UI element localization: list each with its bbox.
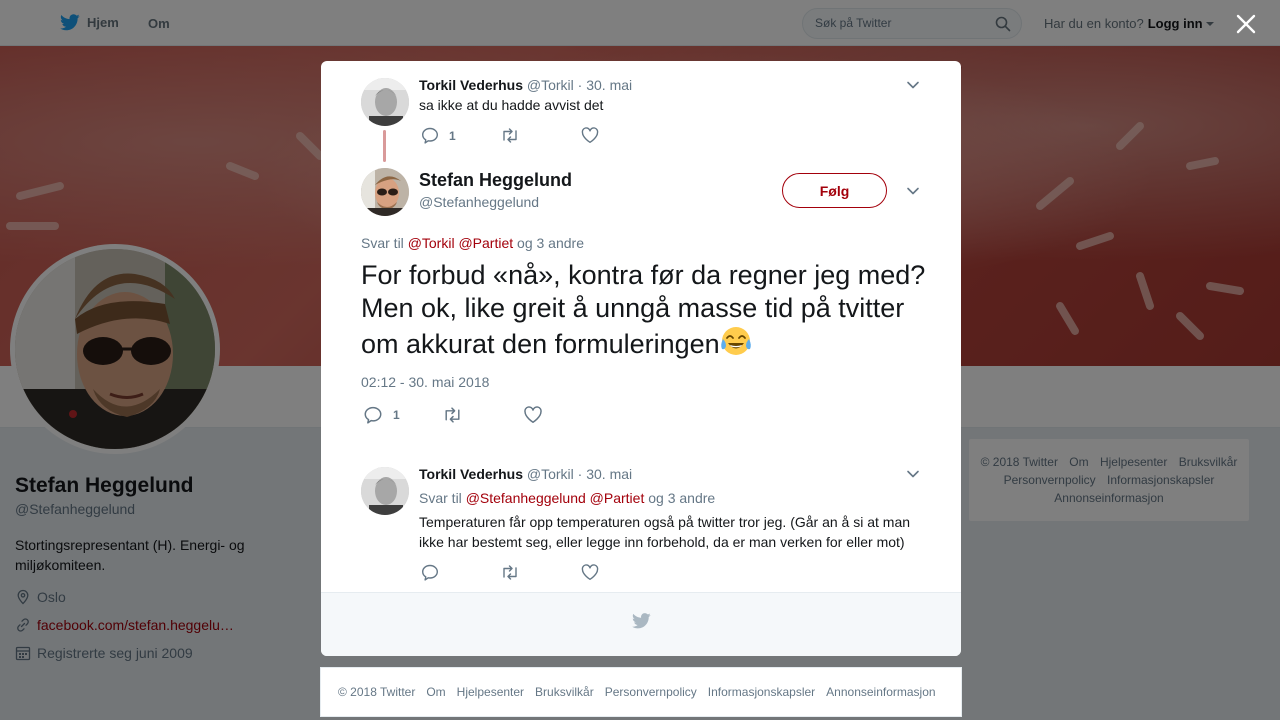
- modal-footer: [321, 592, 961, 656]
- parent-tweet-author-handle[interactable]: @Torkil: [527, 77, 574, 93]
- parent-reply-button[interactable]: 1: [421, 127, 456, 144]
- main-like-button[interactable]: [523, 406, 553, 424]
- main-tweet-author-handle[interactable]: @Stefanheggelund: [419, 194, 539, 210]
- main-tweet-text-container: For forbud «nå», kontra før da regner je…: [361, 259, 926, 361]
- close-icon[interactable]: [1233, 11, 1259, 37]
- chevron-down-icon[interactable]: [906, 184, 920, 198]
- reply-reply-button[interactable]: [421, 564, 449, 581]
- main-tweet-avatar[interactable]: [361, 168, 409, 216]
- main-tweet-reply-context: Svar til @Torkil @Partiet og 3 andre: [361, 235, 584, 251]
- mention-link[interactable]: @Partiet: [458, 235, 513, 251]
- main-tweet-text: For forbud «nå», kontra før da regner je…: [361, 260, 926, 359]
- footer-link-ads[interactable]: Annonseinformasjon: [826, 685, 935, 699]
- thread-connector: [383, 130, 386, 162]
- avatar-photo: [361, 467, 409, 515]
- reply-icon: [422, 127, 438, 144]
- parent-tweet-date[interactable]: · 30. mai: [578, 77, 632, 93]
- reply-tweet-author-handle[interactable]: @Torkil: [527, 466, 574, 482]
- main-retweet-button[interactable]: [442, 406, 473, 424]
- parent-reply-count: 1: [449, 128, 456, 143]
- reply-retweet-button[interactable]: [500, 564, 530, 581]
- reply-icon: [364, 406, 382, 424]
- footer-link-privacy[interactable]: Personvernpolicy: [605, 685, 697, 699]
- main-tweet-timestamp[interactable]: 02:12 - 30. mai 2018: [361, 374, 489, 390]
- retweet-icon: [503, 565, 517, 580]
- avatar-photo: [361, 168, 409, 216]
- mention-link[interactable]: @Stefanheggelund: [466, 490, 586, 506]
- parent-tweet-avatar[interactable]: [361, 78, 409, 126]
- main-reply-count: 1: [393, 408, 400, 422]
- footer-link-cookies[interactable]: Informasjonskapsler: [708, 685, 815, 699]
- parent-like-button[interactable]: [581, 127, 609, 144]
- mention-link[interactable]: @Partiet: [590, 490, 645, 506]
- main-tweet-author-name[interactable]: Stefan Heggelund: [419, 170, 572, 191]
- reply-tweet-author-name[interactable]: Torkil Vederhus: [419, 466, 523, 482]
- reply-suffix[interactable]: og 3 andre: [648, 490, 715, 506]
- chevron-down-icon[interactable]: [906, 467, 920, 481]
- reply-prefix: Svar til: [419, 490, 462, 506]
- footer-link-help[interactable]: Hjelpesenter: [457, 685, 524, 699]
- parent-retweet-button[interactable]: [500, 127, 530, 144]
- reply-icon: [422, 564, 438, 581]
- twitter-bird-icon: [632, 613, 651, 629]
- avatar-photo: [361, 78, 409, 126]
- reply-suffix[interactable]: og 3 andre: [517, 235, 584, 251]
- like-icon: [581, 127, 599, 143]
- reply-tweet-avatar[interactable]: [361, 467, 409, 515]
- parent-tweet-text: sa ikke at du hadde avvist det: [419, 97, 604, 113]
- footer-copyright: © 2018 Twitter: [338, 685, 416, 699]
- follow-button[interactable]: Følg: [782, 173, 887, 208]
- reply-tweet-header: Torkil Vederhus @Torkil · 30. mai: [419, 466, 632, 482]
- footer-link-terms[interactable]: Bruksvilkår: [535, 685, 594, 699]
- laughing-tears-emoji-icon: [720, 327, 751, 355]
- mention-link[interactable]: @Torkil: [408, 235, 455, 251]
- tweet-modal: Torkil Vederhus @Torkil · 30. mai sa ikk…: [321, 61, 961, 656]
- reply-tweet-date[interactable]: · 30. mai: [578, 466, 632, 482]
- bottom-footer: © 2018 Twitter Om Hjelpesenter Bruksvilk…: [320, 667, 962, 717]
- retweet-icon: [503, 128, 517, 143]
- parent-tweet-header: Torkil Vederhus @Torkil · 30. mai: [419, 77, 632, 93]
- chevron-down-icon[interactable]: [906, 78, 920, 92]
- reply-tweet-text: Temperaturen får opp temperaturen også p…: [419, 514, 911, 550]
- reply-like-button[interactable]: [581, 564, 609, 581]
- reply-tweet-reply-context: Svar til @Stefanheggelund @Partiet og 3 …: [419, 490, 715, 506]
- parent-tweet-author-name[interactable]: Torkil Vederhus: [419, 77, 523, 93]
- retweet-icon: [445, 407, 460, 423]
- reply-prefix: Svar til: [361, 235, 404, 251]
- like-icon: [581, 564, 599, 580]
- like-icon: [524, 406, 542, 423]
- footer-link-about[interactable]: Om: [426, 685, 445, 699]
- main-reply-button[interactable]: 1: [363, 406, 400, 424]
